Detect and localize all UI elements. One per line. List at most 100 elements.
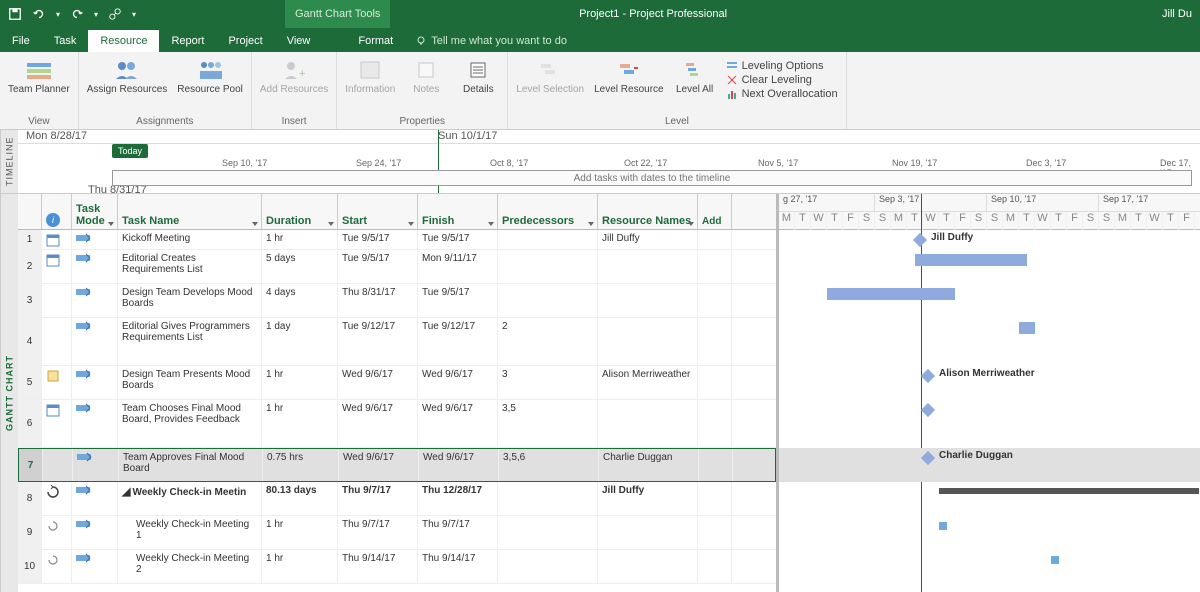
- tab-task[interactable]: Task: [42, 30, 89, 52]
- add-cell[interactable]: [698, 550, 732, 583]
- start-cell[interactable]: Thu 8/31/17: [338, 284, 418, 317]
- task-row[interactable]: 7Team Approves Final Mood Board0.75 hrsW…: [18, 448, 776, 482]
- resource-cell[interactable]: Jill Duffy: [598, 482, 698, 515]
- task-mode-cell[interactable]: [72, 284, 118, 317]
- predecessors-cell[interactable]: [498, 482, 598, 515]
- milestone-marker[interactable]: [921, 369, 935, 383]
- resource-pool-button[interactable]: Resource Pool: [177, 58, 243, 95]
- predecessors-cell[interactable]: 3,5: [498, 400, 598, 447]
- predecessors-cell[interactable]: 2: [498, 318, 598, 365]
- task-row[interactable]: 6 Team Chooses Final Mood Board, Provides…: [18, 400, 776, 448]
- resource-cell[interactable]: [598, 284, 698, 317]
- start-cell[interactable]: Wed 9/6/17: [338, 366, 418, 399]
- finish-cell[interactable]: Tue 9/5/17: [418, 284, 498, 317]
- level-all-button[interactable]: Level All: [674, 58, 716, 95]
- duration-cell[interactable]: 1 hr: [262, 400, 338, 447]
- header-add-column[interactable]: Add: [698, 194, 732, 229]
- gantt-bar[interactable]: [1051, 556, 1059, 564]
- start-cell[interactable]: Thu 9/7/17: [338, 482, 418, 515]
- header-predecessors[interactable]: Predecessors: [498, 194, 598, 229]
- predecessors-cell[interactable]: [498, 250, 598, 283]
- duration-cell[interactable]: 0.75 hrs: [263, 449, 339, 481]
- task-mode-cell[interactable]: [72, 250, 118, 283]
- chart-row[interactable]: [779, 550, 1200, 584]
- duration-cell[interactable]: 1 hr: [262, 516, 338, 549]
- task-row[interactable]: 4Editorial Gives Programmers Requirement…: [18, 318, 776, 366]
- header-resource-names[interactable]: Resource Names: [598, 194, 698, 229]
- link-icon[interactable]: [108, 7, 122, 21]
- chart-row[interactable]: [779, 250, 1200, 284]
- chart-row[interactable]: [779, 318, 1200, 366]
- tab-resource[interactable]: Resource: [88, 30, 159, 52]
- start-cell[interactable]: Tue 9/12/17: [338, 318, 418, 365]
- redo-dropdown-icon[interactable]: ▾: [94, 10, 98, 19]
- predecessors-cell[interactable]: 3: [498, 366, 598, 399]
- duration-cell[interactable]: 4 days: [262, 284, 338, 317]
- information-button[interactable]: Information: [345, 58, 395, 95]
- task-mode-cell[interactable]: [72, 318, 118, 365]
- row-number[interactable]: 4: [18, 318, 42, 365]
- header-task-name[interactable]: Task Name: [118, 194, 262, 229]
- duration-cell[interactable]: 1 hr: [262, 366, 338, 399]
- row-number[interactable]: 9: [18, 516, 42, 549]
- chart-row[interactable]: [779, 482, 1200, 516]
- finish-cell[interactable]: Tue 9/5/17: [418, 230, 498, 249]
- header-row-selector[interactable]: [18, 194, 42, 229]
- chart-row[interactable]: Alison Merriweather: [779, 366, 1200, 400]
- task-row[interactable]: 3Design Team Develops Mood Boards4 daysT…: [18, 284, 776, 318]
- tab-file[interactable]: File: [0, 30, 42, 52]
- start-cell[interactable]: Tue 9/5/17: [338, 230, 418, 249]
- duration-cell[interactable]: 1 day: [262, 318, 338, 365]
- task-mode-cell[interactable]: [73, 449, 119, 481]
- summary-bar[interactable]: [939, 488, 1199, 494]
- task-mode-cell[interactable]: [72, 400, 118, 447]
- clear-leveling-button[interactable]: Clear Leveling: [726, 74, 838, 86]
- gantt-bar[interactable]: [827, 288, 955, 300]
- task-name-cell[interactable]: Design Team Presents Mood Boards: [118, 366, 262, 399]
- row-number[interactable]: 2: [18, 250, 42, 283]
- add-cell[interactable]: [698, 482, 732, 515]
- add-cell[interactable]: [698, 400, 732, 447]
- redo-icon[interactable]: [70, 7, 84, 21]
- task-mode-cell[interactable]: [72, 230, 118, 249]
- row-number[interactable]: 10: [18, 550, 42, 583]
- milestone-marker[interactable]: [921, 451, 935, 465]
- undo-icon[interactable]: [32, 7, 46, 21]
- task-name-cell[interactable]: Weekly Check-in Meeting 2: [118, 550, 262, 583]
- tab-format[interactable]: Format: [346, 30, 405, 52]
- add-cell[interactable]: [698, 516, 732, 549]
- row-number[interactable]: 6: [18, 400, 42, 447]
- task-mode-cell[interactable]: [72, 550, 118, 583]
- task-row[interactable]: 1Kickoff Meeting1 hrTue 9/5/17Tue 9/5/17…: [18, 230, 776, 250]
- predecessors-cell[interactable]: [498, 284, 598, 317]
- chart-row[interactable]: [779, 284, 1200, 318]
- finish-cell[interactable]: Thu 9/7/17: [418, 516, 498, 549]
- tab-view[interactable]: View: [275, 30, 323, 52]
- task-name-cell[interactable]: Team Chooses Final Mood Board, Provides …: [118, 400, 262, 447]
- task-name-cell[interactable]: Weekly Check-in Meeting 1: [118, 516, 262, 549]
- add-cell[interactable]: [698, 366, 732, 399]
- resource-cell[interactable]: Jill Duffy: [598, 230, 698, 249]
- duration-cell[interactable]: 1 hr: [262, 550, 338, 583]
- resource-cell[interactable]: [598, 318, 698, 365]
- resource-cell[interactable]: [598, 250, 698, 283]
- start-cell[interactable]: Wed 9/6/17: [339, 449, 419, 481]
- gantt-bar[interactable]: [915, 254, 1027, 266]
- row-number[interactable]: 3: [18, 284, 42, 317]
- task-mode-cell[interactable]: [72, 366, 118, 399]
- add-cell[interactable]: [698, 250, 732, 283]
- header-indicators[interactable]: i: [42, 194, 72, 229]
- header-task-mode[interactable]: Task Mode: [72, 194, 118, 229]
- chart-row[interactable]: Charlie Duggan: [779, 448, 1200, 482]
- predecessors-cell[interactable]: [498, 230, 598, 249]
- assign-resources-button[interactable]: Assign Resources: [87, 58, 168, 95]
- resource-cell[interactable]: [598, 400, 698, 447]
- predecessors-cell[interactable]: [498, 516, 598, 549]
- predecessors-cell[interactable]: [498, 550, 598, 583]
- finish-cell[interactable]: Wed 9/6/17: [418, 366, 498, 399]
- task-row[interactable]: 2Editorial Creates Requirements List5 da…: [18, 250, 776, 284]
- qat-dropdown-icon[interactable]: ▾: [132, 10, 136, 19]
- milestone-marker[interactable]: [913, 233, 927, 247]
- level-resource-button[interactable]: Level Resource: [594, 58, 663, 95]
- tell-me-search[interactable]: Tell me what you want to do: [405, 30, 577, 52]
